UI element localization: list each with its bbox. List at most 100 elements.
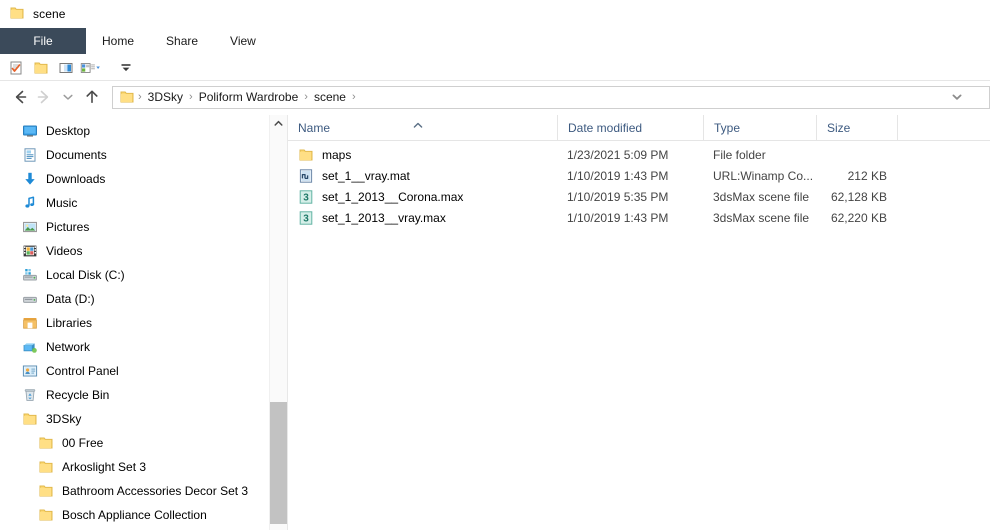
sort-ascending-icon <box>413 117 423 128</box>
table-row[interactable]: maps 1/23/2021 5:09 PM File folder <box>288 144 990 165</box>
table-row[interactable]: 3 set_1_2013__Corona.max 1/10/2019 5:35 … <box>288 186 990 207</box>
sidebar-item-label: Network <box>46 340 91 354</box>
svg-text:3: 3 <box>303 192 309 203</box>
sidebar-item-control-panel[interactable]: Control Panel <box>0 359 287 383</box>
sidebar-item-arkoslight-set-3[interactable]: Arkoslight Set 3 <box>0 455 287 479</box>
table-row[interactable]: set_1__vray.mat 1/10/2019 1:43 PM URL:Wi… <box>288 165 990 186</box>
ribbon-tab-bar: File Home Share View <box>0 28 990 55</box>
file-name-label: set_1_2013__vray.max <box>322 210 446 225</box>
max-file-icon: 3 <box>298 210 314 226</box>
new-folder-icon[interactable] <box>30 58 51 77</box>
file-date-cell: 1/10/2019 1:43 PM <box>567 210 669 225</box>
tab-view[interactable]: View <box>214 28 272 54</box>
sidebar-item-videos[interactable]: Videos <box>0 239 287 263</box>
table-row[interactable]: 3 set_1_2013__vray.max 1/10/2019 1:43 PM… <box>288 207 990 228</box>
sidebar-item-network[interactable]: Network <box>0 335 287 359</box>
folder-icon <box>22 411 38 427</box>
breadcrumb-folder-icon <box>119 89 137 105</box>
navigation-pane: Desktop Documents Downloads Music Pictur… <box>0 115 287 530</box>
title-bar: scene <box>0 0 990 28</box>
sidebar-item-label: Arkoslight Set 3 <box>62 460 147 474</box>
column-header-size[interactable]: Size <box>816 115 897 140</box>
address-history-chevron-down-icon[interactable] <box>947 87 967 108</box>
column-header-date-modified[interactable]: Date modified <box>557 115 703 140</box>
sidebar-item-libraries[interactable]: Libraries <box>0 311 287 335</box>
folder-icon <box>38 483 54 499</box>
sidebar-item-documents[interactable]: Documents <box>0 143 287 167</box>
file-date-cell: 1/10/2019 5:35 PM <box>567 189 669 204</box>
folder-icon <box>298 147 314 163</box>
sidebar-item-label: Downloads <box>46 172 106 186</box>
control-panel-icon <box>22 363 38 379</box>
file-type-cell: URL:Winamp Co... <box>713 168 814 183</box>
sidebar-item-3dsky[interactable]: 3DSky <box>0 407 287 431</box>
sidebar-item-downloads[interactable]: Downloads <box>0 167 287 191</box>
file-size-cell: 62,128 KB <box>830 189 887 204</box>
folder-icon <box>38 435 54 451</box>
sidebar-item-local-disk-c[interactable]: Local Disk (C:) <box>0 263 287 287</box>
sidebar-item-label: 00 Free <box>62 436 104 450</box>
pictures-icon <box>22 219 38 235</box>
local-disk-icon <box>22 267 38 283</box>
drive-icon <box>22 291 38 307</box>
file-size-cell: 62,220 KB <box>830 210 887 225</box>
sidebar-item-label: Data (D:) <box>46 292 95 306</box>
sidebar-item-bosch-appliance-collection[interactable]: Bosch Appliance Collection <box>0 503 287 527</box>
sidebar-item-desktop[interactable]: Desktop <box>0 119 287 143</box>
sidebar-item-label: Recycle Bin <box>46 388 110 402</box>
file-type-cell: 3dsMax scene file <box>713 210 810 225</box>
max-file-icon: 3 <box>298 189 314 205</box>
recycle-bin-icon <box>22 387 38 403</box>
sidebar-item-label: Documents <box>46 148 107 162</box>
breadcrumb: › 3DSky › Poliform Wardrobe › scene › <box>119 87 357 108</box>
properties-icon[interactable] <box>5 58 26 77</box>
tab-home[interactable]: Home <box>86 28 150 54</box>
navigation-pane-scrollbar[interactable] <box>269 115 287 530</box>
downloads-icon <box>22 171 38 187</box>
breadcrumb-item-poliform-wardrobe[interactable]: Poliform Wardrobe <box>194 87 304 108</box>
file-date-cell: 1/23/2021 5:09 PM <box>567 147 669 162</box>
sidebar-item-label: Music <box>46 196 78 210</box>
column-header-row: Name Date modified Type Size <box>288 115 990 141</box>
mat-file-icon <box>298 168 314 184</box>
file-rows: maps 1/23/2021 5:09 PM File folder set_1… <box>288 141 990 228</box>
tab-share[interactable]: Share <box>150 28 214 54</box>
column-header-name[interactable]: Name <box>288 115 557 140</box>
chevron-collapse-icon[interactable] <box>115 58 136 77</box>
panes-icon[interactable] <box>55 58 76 77</box>
sidebar-item-label: Bathroom Accessories Decor Set 3 <box>62 484 249 498</box>
file-name-cell: set_1__vray.mat <box>288 168 557 184</box>
address-bar-row: › 3DSky › Poliform Wardrobe › scene › <box>0 81 990 113</box>
file-name-cell: 3 set_1_2013__vray.max <box>288 210 557 226</box>
sidebar-item-label: Local Disk (C:) <box>46 268 125 282</box>
breadcrumb-separator[interactable]: › <box>351 87 357 108</box>
sidebar-item-music[interactable]: Music <box>0 191 287 215</box>
file-name-cell: maps <box>288 147 557 163</box>
svg-text:3: 3 <box>303 213 309 224</box>
sidebar-item-bathroom-accessories-decor-set-3[interactable]: Bathroom Accessories Decor Set 3 <box>0 479 287 503</box>
sidebar-item-label: Pictures <box>46 220 90 234</box>
file-explorer-window: scene File Home Share View › 3DSky › Pol… <box>0 0 990 530</box>
recent-locations-chevron-down-icon[interactable] <box>56 85 80 109</box>
sidebar-item-pictures[interactable]: Pictures <box>0 215 287 239</box>
documents-icon <box>22 147 38 163</box>
sidebar-item-recycle-bin[interactable]: Recycle Bin <box>0 383 287 407</box>
address-bar[interactable]: › 3DSky › Poliform Wardrobe › scene › <box>112 85 990 109</box>
scrollbar-thumb[interactable] <box>270 402 287 524</box>
tab-file[interactable]: File <box>0 28 86 54</box>
customize-toolbar-icon[interactable] <box>80 58 101 77</box>
sidebar-item-00-free[interactable]: 00 Free <box>0 431 287 455</box>
breadcrumb-item-scene[interactable]: scene <box>309 87 351 108</box>
breadcrumb-item-3dsky[interactable]: 3DSky <box>143 87 188 108</box>
file-name-label: maps <box>322 147 352 162</box>
up-arrow-icon[interactable] <box>80 85 104 109</box>
scroll-up-arrow-icon[interactable] <box>270 115 287 132</box>
file-size-cell: 212 KB <box>847 168 887 183</box>
libraries-icon <box>22 315 38 331</box>
column-header-type[interactable]: Type <box>703 115 816 140</box>
sidebar-item-label: Bosch Appliance Collection <box>62 508 207 522</box>
forward-arrow-icon <box>32 85 56 109</box>
sidebar-item-data-d[interactable]: Data (D:) <box>0 287 287 311</box>
back-arrow-icon[interactable] <box>8 85 32 109</box>
file-name-label: set_1_2013__Corona.max <box>322 189 464 204</box>
